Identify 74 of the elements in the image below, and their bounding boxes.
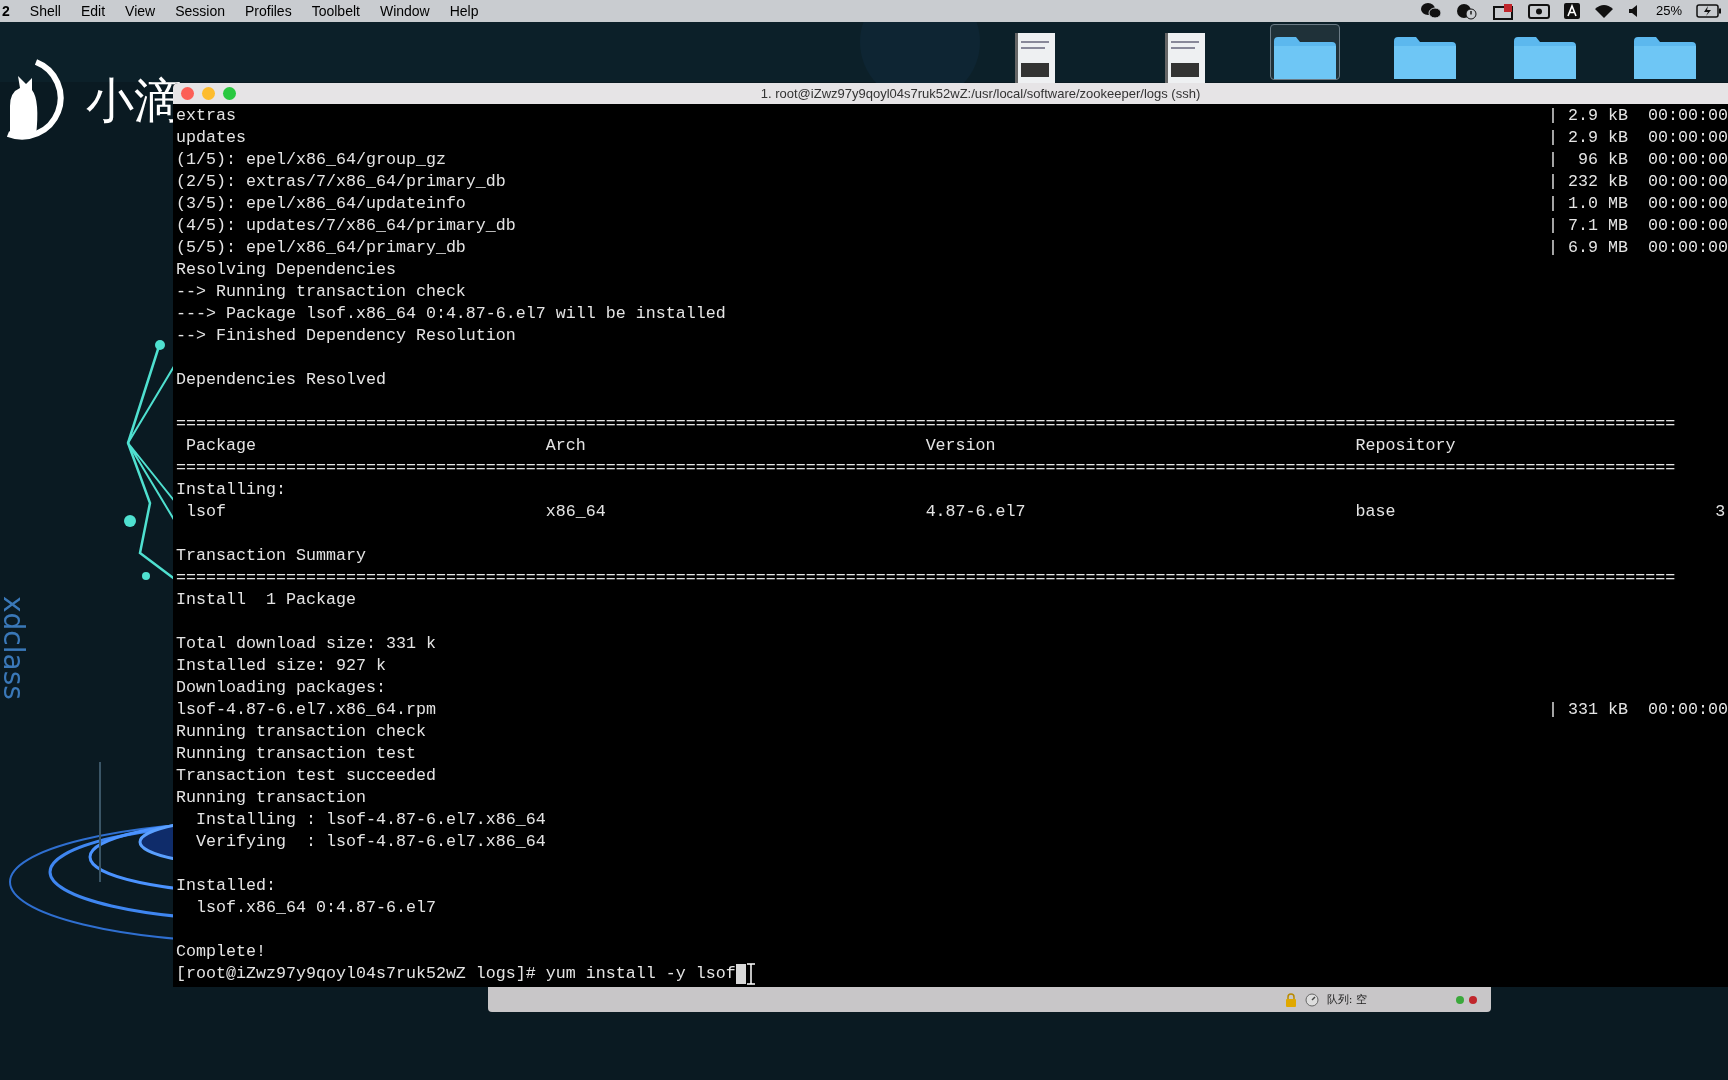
table-cell-text: Repository [1355, 435, 1457, 457]
terminal-line: (3/5): epel/x86_64/updateinfo [176, 193, 466, 215]
terminal-line: ---> Package lsof.x86_64 0:4.87-6.el7 will be installed [176, 303, 726, 325]
terminal-line: (1/5): epel/x86_64/group_gz [176, 149, 446, 171]
menu-item[interactable]: Shell [29, 0, 61, 22]
terminal-line: (5/5): epel/x86_64/primary_db [176, 237, 466, 259]
download-stats: | 232 kB 00:00:00 [1548, 171, 1728, 193]
terminal-line: Total download size: 331 k [176, 633, 436, 655]
input-source-icon[interactable] [1563, 3, 1580, 19]
folder-icon[interactable] [1270, 24, 1340, 80]
terminal-line: Verifying : lsof-4.87-6.el7.x86_64 [195, 831, 546, 853]
terminal-line: lsof.x86_64 0:4.87-6.el7 [195, 897, 436, 919]
download-stats: | 331 kB 00:00:00 [1548, 699, 1728, 721]
menu-item[interactable]: Profiles [244, 0, 292, 22]
terminal-line: Resolving Dependencies [176, 259, 396, 281]
terminal-line: Installing : lsof-4.87-6.el7.x86_64 [195, 809, 546, 831]
command-prompt: [root@iZwz97y9qoyl04s7ruk52wZ logs]# yum install -y lsof [176, 963, 736, 985]
terminal-line: --> Running transaction check [176, 281, 466, 303]
text-cursor-icon [745, 963, 756, 985]
window-title: 1. root@iZwz97y9qoyl04s7ruk52wZ:/usr/local/software/zookeeper/logs (ssh) [759, 84, 1201, 103]
terminal-line: Transaction test succeeded [176, 765, 436, 787]
download-stats: | 7.1 MB 00:00:00 [1548, 215, 1728, 237]
menu-item[interactable]: Window [379, 0, 430, 22]
menu-item[interactable]: Help [449, 0, 479, 22]
terminal-line: Running transaction [176, 787, 366, 809]
battery-icon[interactable] [1696, 4, 1722, 18]
download-stats: | 2.9 kB 00:00:00 [1548, 127, 1728, 149]
terminal-line: Transaction Summary [176, 545, 366, 567]
toolbox-icon[interactable] [1491, 2, 1514, 20]
terminal-line: lsof-4.87-6.el7.x86_64.rpm [176, 699, 436, 721]
terminal-line: Running transaction test [176, 743, 416, 765]
terminal-line: Dependencies Resolved [176, 369, 386, 391]
terminal-line: (2/5): extras/7/x86_64/primary_db [176, 171, 506, 193]
terminal-line: Running transaction check [176, 721, 426, 743]
download-stats: | 6.9 MB 00:00:00 [1548, 237, 1728, 259]
table-cell-text: 4.87-6.el7 [925, 501, 1027, 523]
table-cell-text: 3 [1715, 501, 1727, 523]
terminal-line: ====================================================================================================================================================== [176, 567, 1676, 589]
terminal-line: Install 1 Package [176, 589, 356, 611]
table-cell-text: Arch [545, 435, 587, 457]
menu-item[interactable]: View [125, 0, 156, 22]
terminal-line: Complete! [176, 941, 266, 963]
lock-icon [1284, 993, 1297, 1007]
brand-text: xdclass [0, 596, 30, 700]
status-lights-icon [1455, 995, 1479, 1005]
app-name[interactable]: 2 [2, 0, 10, 22]
terminal-line: updates [176, 127, 246, 149]
wifi-icon[interactable] [1593, 3, 1614, 19]
terminal-line: --> Finished Dependency Resolution [176, 325, 516, 347]
terminal-line: (4/5): updates/7/x86_64/primary_db [176, 215, 516, 237]
download-stats: | 1.0 MB 00:00:00 [1548, 193, 1728, 215]
download-stats: | 96 kB 00:00:00 [1548, 149, 1728, 171]
chat-icon[interactable] [1419, 2, 1442, 20]
table-cell-text: Package [186, 435, 257, 457]
table-cell-text: lsof [186, 501, 227, 523]
table-cell-text: base [1355, 501, 1397, 523]
terminal-line: Installed: [176, 875, 276, 897]
terminal-line: Installed size: 927 k [176, 655, 386, 677]
menu-item[interactable]: Edit [80, 0, 106, 22]
terminal-line: ====================================================================================================================================================== [176, 413, 1676, 435]
download-stats: | 2.9 kB 00:00:00 [1548, 105, 1728, 127]
menu-item[interactable]: Session [175, 0, 225, 22]
gauge-icon [1304, 993, 1319, 1007]
alert-icon[interactable] [1455, 2, 1478, 20]
queue-status: 队列: 空 [1326, 991, 1367, 1008]
terminal-line: Installing: [176, 479, 286, 501]
camera-icon[interactable] [1527, 2, 1550, 20]
menu-item[interactable]: Toolbelt [311, 0, 360, 22]
cursor-icon [735, 964, 746, 984]
table-cell-text: Version [925, 435, 997, 457]
table-cell-text: x86_64 [545, 501, 607, 523]
terminal-line: ====================================================================================================================================================== [176, 457, 1676, 479]
battery-percent: 25% [1655, 2, 1682, 21]
terminal-line: Downloading packages: [176, 677, 386, 699]
